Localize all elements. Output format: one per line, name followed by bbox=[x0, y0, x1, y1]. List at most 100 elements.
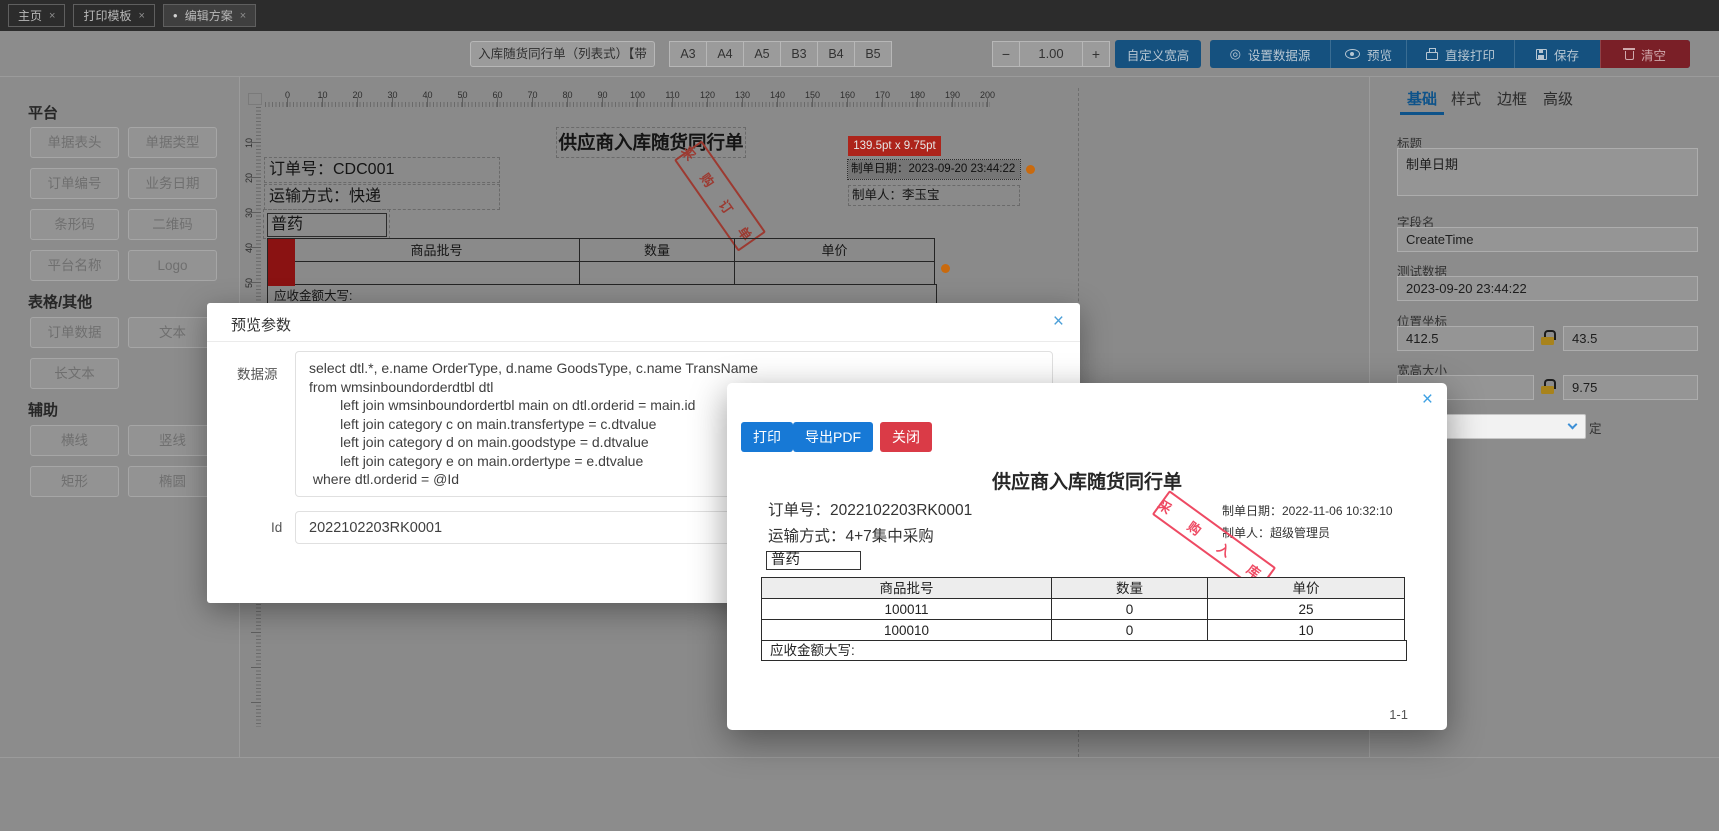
design-create-date-selected[interactable]: 制单日期：2023-09-20 23:44:22 bbox=[847, 159, 1021, 180]
preview-table-header: 商品批号 bbox=[761, 577, 1052, 599]
tab-close-icon[interactable]: × bbox=[49, 10, 55, 22]
tab-home[interactable]: 主页 × bbox=[8, 4, 66, 27]
preview-table-header: 单价 bbox=[1207, 577, 1405, 599]
design-table-cell bbox=[293, 261, 580, 285]
component-button[interactable]: 订单编号 bbox=[30, 168, 119, 199]
field-name-input[interactable] bbox=[1397, 227, 1698, 252]
test-data-input[interactable] bbox=[1397, 276, 1698, 301]
height-input[interactable] bbox=[1563, 375, 1698, 400]
design-table-header-row: 商品批号 数量 单价 bbox=[267, 238, 940, 262]
tab-close-icon[interactable]: × bbox=[138, 10, 144, 22]
design-table-header: 单价 bbox=[734, 238, 935, 262]
section-title-auxiliary: 辅助 bbox=[28, 402, 59, 419]
datasource-handle-dot[interactable] bbox=[1026, 165, 1035, 174]
set-datasource-label: 设置数据源 bbox=[1247, 48, 1311, 63]
preview-table-cell: 100010 bbox=[761, 619, 1052, 641]
design-goods-type[interactable]: 普药 bbox=[267, 213, 387, 237]
design-table-header: 商品批号 bbox=[293, 238, 580, 262]
design-goods-type-selection[interactable]: 普药 bbox=[263, 209, 390, 239]
table-drag-handle[interactable] bbox=[268, 239, 295, 286]
design-transport[interactable]: 运输方式：快递 bbox=[264, 184, 500, 210]
preview-table-footer: 应收金额大写: bbox=[761, 640, 1407, 661]
tab-print-template[interactable]: 打印模板 × bbox=[73, 4, 155, 27]
table-other-buttons: 订单数据 文本 长文本 bbox=[30, 317, 220, 389]
panel-tab-underline bbox=[1400, 112, 1444, 115]
preview-order-no: 订单号：2022102203RK0001 bbox=[768, 502, 973, 519]
datasource-handle-dot[interactable] bbox=[941, 264, 950, 273]
modal-title: 预览参数 bbox=[231, 317, 292, 334]
component-button[interactable]: 平台名称 bbox=[30, 250, 119, 281]
title-field-input[interactable] bbox=[1397, 148, 1698, 196]
paper-size-button[interactable]: B5 bbox=[854, 41, 892, 67]
component-button[interactable]: 长文本 bbox=[30, 358, 119, 389]
zoom-level-value[interactable]: 1.00 bbox=[1019, 41, 1083, 67]
design-table[interactable]: 商品批号 数量 单价 应收金额大写: bbox=[267, 238, 940, 307]
design-table-cell bbox=[579, 261, 735, 285]
zoom-out-button[interactable]: − bbox=[992, 41, 1020, 67]
bottom-strip bbox=[0, 757, 1719, 831]
preview-table-cell: 10 bbox=[1207, 619, 1405, 641]
panel-tab-border[interactable]: 边框 bbox=[1497, 88, 1527, 109]
section-title-table-other: 表格/其他 bbox=[28, 294, 93, 311]
direct-print-button[interactable]: 直接打印 bbox=[1406, 40, 1514, 68]
component-button[interactable]: 椭圆 bbox=[128, 466, 217, 497]
close-button[interactable]: 关闭 bbox=[880, 422, 932, 452]
position-x-input[interactable] bbox=[1397, 326, 1534, 351]
selection-size-tooltip: 139.5pt x 9.75pt bbox=[848, 136, 941, 156]
position-y-input[interactable] bbox=[1563, 326, 1698, 351]
save-button[interactable]: 保存 bbox=[1514, 40, 1600, 68]
component-button[interactable]: 业务日期 bbox=[128, 168, 217, 199]
close-icon[interactable]: × bbox=[1053, 312, 1064, 331]
zoom-in-button[interactable]: + bbox=[1082, 41, 1110, 67]
ruler-corner bbox=[248, 93, 262, 105]
tab-edit-scheme[interactable]: ● 编辑方案 × bbox=[162, 4, 257, 27]
paper-size-button[interactable]: A4 bbox=[706, 41, 744, 67]
preview-create-by: 制单人：超级管理员 bbox=[1222, 526, 1331, 540]
paper-size-button[interactable]: A3 bbox=[669, 41, 707, 67]
lock-icon[interactable] bbox=[1541, 330, 1556, 345]
panel-tab-advanced[interactable]: 高级 bbox=[1543, 88, 1573, 109]
section-title-platform: 平台 bbox=[28, 105, 59, 122]
paper-size-group: A3 A4 A5 B3 B4 B5 bbox=[669, 41, 892, 67]
preview-transport: 运输方式：4+7集中采购 bbox=[768, 528, 934, 545]
component-button[interactable]: 条形码 bbox=[30, 209, 119, 240]
active-dot-icon: ● bbox=[172, 11, 178, 20]
preview-table-cell: 25 bbox=[1207, 598, 1405, 620]
design-doc-title[interactable]: 供应商入库随货同行单 bbox=[556, 127, 746, 158]
component-button[interactable]: Logo bbox=[128, 250, 217, 281]
component-button[interactable]: 单据类型 bbox=[128, 127, 217, 158]
design-order-no[interactable]: 订单号：CDC001 bbox=[264, 157, 500, 183]
paper-size-button[interactable]: B3 bbox=[780, 41, 818, 67]
paper-size-button[interactable]: B4 bbox=[817, 41, 855, 67]
auxiliary-buttons: 横线 竖线 矩形 椭圆 bbox=[30, 425, 220, 497]
component-button[interactable]: 单据表头 bbox=[30, 127, 119, 158]
lock-icon[interactable] bbox=[1541, 379, 1556, 394]
tab-close-icon[interactable]: × bbox=[240, 10, 246, 22]
component-button[interactable]: 横线 bbox=[30, 425, 119, 456]
close-icon[interactable]: × bbox=[1422, 390, 1433, 409]
clear-button[interactable]: 清空 bbox=[1600, 40, 1690, 68]
panel-tab-basic[interactable]: 基础 bbox=[1407, 88, 1437, 109]
component-button[interactable]: 订单数据 bbox=[30, 317, 119, 348]
component-button[interactable]: 竖线 bbox=[128, 425, 217, 456]
set-datasource-button[interactable]: 设置数据源 bbox=[1210, 40, 1330, 68]
preview-button[interactable]: 预览 bbox=[1330, 40, 1406, 68]
template-name-input[interactable]: 入库随货同行单（列表式）【带 bbox=[470, 41, 655, 67]
component-button[interactable]: 二维码 bbox=[128, 209, 217, 240]
component-button[interactable]: 文本 bbox=[128, 317, 217, 348]
preview-table-cell: 100011 bbox=[761, 598, 1052, 620]
design-table-header: 数量 bbox=[579, 238, 735, 262]
eye-icon bbox=[1344, 49, 1360, 59]
direct-print-label: 直接打印 bbox=[1444, 48, 1495, 63]
custom-size-button[interactable]: 自定义宽高 bbox=[1115, 40, 1201, 68]
save-label: 保存 bbox=[1553, 48, 1579, 63]
paper-size-button[interactable]: A5 bbox=[743, 41, 781, 67]
design-create-by[interactable]: 制单人：李玉宝 bbox=[848, 185, 1020, 206]
toolbar: 入库随货同行单（列表式）【带 A3 A4 A5 B3 B4 B5 − 1.00 + 自定义… bbox=[0, 31, 1719, 77]
panel-tab-style[interactable]: 样式 bbox=[1451, 88, 1481, 109]
tab-print-template-label: 打印模板 bbox=[83, 9, 132, 23]
design-table-empty-row bbox=[267, 261, 940, 285]
export-pdf-button[interactable]: 导出PDF bbox=[793, 422, 873, 452]
print-button[interactable]: 打印 bbox=[741, 422, 793, 452]
component-button[interactable]: 矩形 bbox=[30, 466, 119, 497]
